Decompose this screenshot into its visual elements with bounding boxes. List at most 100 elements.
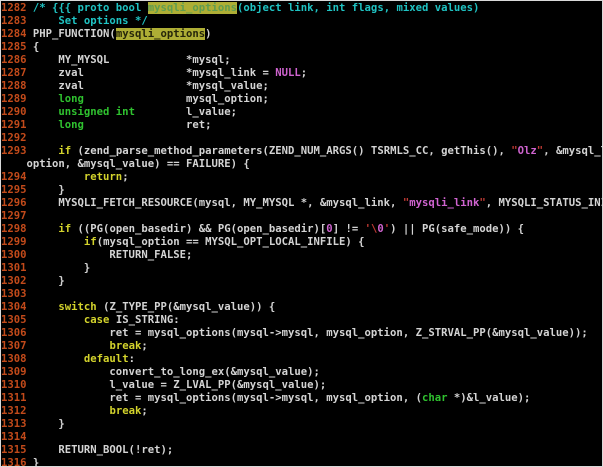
code-segment: ret = mysql_options(mysql->mysql, mysql_… — [33, 327, 588, 339]
line-number: 1310 — [1, 379, 33, 391]
code-line[interactable]: 1315 RETURN_BOOL(!ret); — [1, 444, 602, 457]
code-line[interactable]: 1284 PHP_FUNCTION(mysqli_options) — [1, 28, 602, 41]
code-line[interactable]: 1296 MYSQLI_FETCH_RESOURCE(mysql, MY_MYS… — [1, 197, 602, 210]
line-number: 1283 — [1, 15, 33, 27]
code-line[interactable]: 1294 return; — [1, 171, 602, 184]
code-line[interactable]: 1293 if (zend_parse_method_parameters(ZE… — [1, 145, 602, 158]
code-line-wrap[interactable]: option, &mysql_value) == FAILURE) { — [1, 158, 602, 171]
code-segment: default — [84, 353, 129, 365]
code-area[interactable]: 1282 /* {{{ proto bool mysqli_options(ob… — [1, 2, 602, 467]
code-segment: l_value; — [135, 106, 237, 118]
line-number: 1288 — [1, 80, 33, 92]
code-line[interactable]: 1295 } — [1, 184, 602, 197]
code-line[interactable]: 1297 — [1, 210, 602, 223]
line-number: 1296 — [1, 197, 33, 209]
line-number: 1297 — [1, 210, 33, 222]
code-line[interactable]: 1289 long mysql_option; — [1, 93, 602, 106]
code-line[interactable]: 1298 if ((PG(open_basedir) && PG(open_ba… — [1, 223, 602, 236]
code-line[interactable]: 1287 zval *mysql_link = NULL; — [1, 67, 602, 80]
code-line[interactable]: 1316 } — [1, 457, 602, 467]
code-line[interactable]: 1311 ret = mysql_options(mysql->mysql, m… — [1, 392, 602, 405]
code-segment: option, &mysql_value) == FAILURE) { — [1, 158, 250, 170]
line-number: 1285 — [1, 41, 33, 53]
code-segment: : — [129, 353, 135, 365]
code-line[interactable]: 1314 — [1, 431, 602, 444]
code-segment: ) — [205, 28, 211, 40]
code-segment — [33, 106, 59, 118]
code-segment: ; — [122, 171, 128, 183]
code-segment: /* {{{ proto bool — [33, 2, 148, 14]
code-segment: { — [33, 41, 39, 53]
code-segment: ; — [141, 340, 147, 352]
line-number: 1286 — [1, 54, 33, 66]
code-line[interactable]: 1305 case IS_STRING: — [1, 314, 602, 327]
search-match: mysqli_options — [148, 2, 237, 14]
line-number: 1303 — [1, 288, 33, 300]
code-segment: } — [33, 457, 39, 467]
code-segment: break — [109, 405, 141, 417]
line-number: 1287 — [1, 67, 33, 79]
code-editor[interactable]: 1282 /* {{{ proto bool mysqli_options(ob… — [0, 0, 603, 467]
code-segment: (object link, int flags, mixed values) — [237, 2, 479, 14]
code-line[interactable]: 1299 if(mysql_option == MYSQL_OPT_LOCAL_… — [1, 236, 602, 249]
code-segment: Olz — [518, 145, 537, 157]
code-line[interactable]: 1288 zval *mysql_value; — [1, 80, 602, 93]
code-line[interactable]: 1290 unsigned int l_value; — [1, 106, 602, 119]
line-number: 1304 — [1, 301, 33, 313]
code-line[interactable]: 1304 switch (Z_TYPE_PP(&mysql_value)) { — [1, 301, 602, 314]
code-segment: case — [84, 314, 110, 326]
code-segment: if — [58, 223, 71, 235]
code-line[interactable]: 1285 { — [1, 41, 602, 54]
code-segment: ret; — [84, 119, 212, 131]
code-line[interactable]: 1302 } — [1, 275, 602, 288]
code-segment: MY_MYSQL *mysql; — [33, 54, 231, 66]
line-number: 1291 — [1, 119, 33, 131]
line-number: 1315 — [1, 444, 33, 456]
code-segment: long — [58, 119, 84, 131]
code-line[interactable]: 1303 — [1, 288, 602, 301]
line-number: 1300 — [1, 249, 33, 261]
code-line[interactable]: 1310 l_value = Z_LVAL_PP(&mysql_value); — [1, 379, 602, 392]
code-line[interactable]: 1301 } — [1, 262, 602, 275]
code-segment — [33, 236, 84, 248]
line-number: 1305 — [1, 314, 33, 326]
code-segment: switch — [58, 301, 96, 313]
code-line[interactable]: 1308 default: — [1, 353, 602, 366]
code-line[interactable]: 1313 } — [1, 418, 602, 431]
code-line[interactable]: 1312 break; — [1, 405, 602, 418]
code-segment — [33, 301, 59, 313]
code-line[interactable]: 1309 convert_to_long_ex(&mysql_value); — [1, 366, 602, 379]
code-line[interactable]: 1282 /* {{{ proto bool mysqli_options(ob… — [1, 2, 602, 15]
line-number: 1311 — [1, 392, 33, 404]
line-number: 1302 — [1, 275, 33, 287]
code-segment: (mysql_option == MYSQL_OPT_LOCAL_INFILE)… — [97, 236, 365, 248]
code-line[interactable]: 1300 RETURN_FALSE; — [1, 249, 602, 262]
line-number: 1295 — [1, 184, 33, 196]
line-number: 1312 — [1, 405, 33, 417]
search-match: mysqli_options — [116, 28, 205, 40]
code-segment: PHP_FUNCTION( — [33, 28, 116, 40]
code-segment — [33, 171, 84, 183]
code-segment: long — [58, 93, 84, 105]
line-number: 1282 — [1, 2, 33, 14]
line-number: 1294 — [1, 171, 33, 183]
code-segment — [33, 223, 59, 235]
code-line[interactable]: 1307 break; — [1, 340, 602, 353]
code-segment: Set options */ — [33, 15, 148, 27]
code-line[interactable]: 1286 MY_MYSQL *mysql; — [1, 54, 602, 67]
code-segment: RETURN_BOOL(!ret); — [33, 444, 173, 456]
code-segment — [33, 314, 84, 326]
code-line[interactable]: 1292 — [1, 132, 602, 145]
code-segment — [33, 93, 59, 105]
code-segment: l_value = Z_LVAL_PP(&mysql_value); — [33, 379, 326, 391]
line-number: 1307 — [1, 340, 33, 352]
code-segment: , &mysql_li — [543, 145, 602, 157]
line-number: 1309 — [1, 366, 33, 378]
code-segment — [33, 353, 84, 365]
line-number: 1308 — [1, 353, 33, 365]
code-line[interactable]: 1283 Set options */ — [1, 15, 602, 28]
line-number: 1301 — [1, 262, 33, 274]
code-line[interactable]: 1291 long ret; — [1, 119, 602, 132]
code-line[interactable]: 1306 ret = mysql_options(mysql->mysql, m… — [1, 327, 602, 340]
code-segment: } — [33, 184, 65, 196]
